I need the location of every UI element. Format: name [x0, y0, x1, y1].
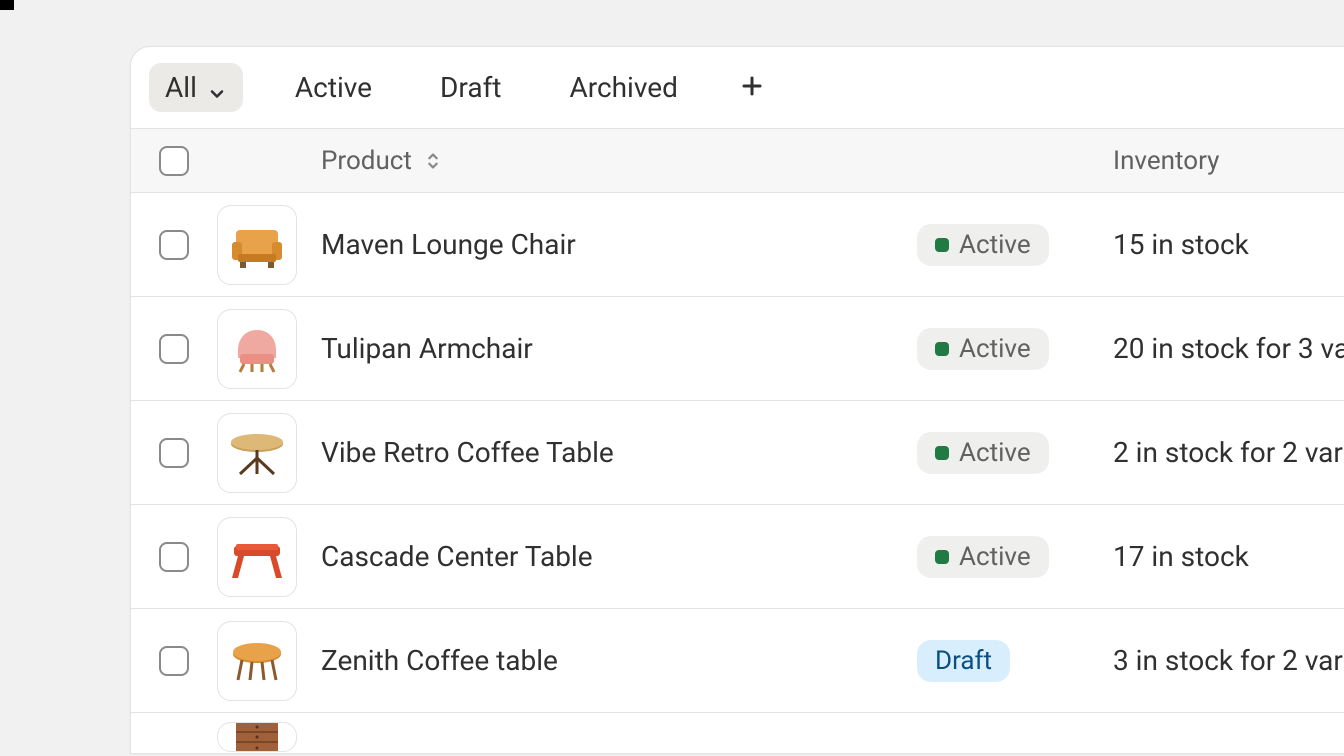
product-thumbnail: [217, 621, 297, 701]
row-checkbox[interactable]: [159, 230, 189, 260]
inventory-text: 2 in stock for 2 variants: [1113, 436, 1344, 469]
column-header-inventory[interactable]: Inventory: [1113, 146, 1344, 176]
status-label: Active: [959, 334, 1031, 364]
table-header: Product Inventory: [131, 129, 1344, 193]
tab-archived[interactable]: Archived: [553, 63, 693, 112]
table-body: Maven Lounge Chair Active 15 in stock Tulip…: [131, 193, 1344, 753]
product-name: Maven Lounge Chair: [321, 228, 576, 261]
products-panel: All Active Draft Archived Product: [130, 46, 1344, 754]
tab-archived-label: Archived: [569, 71, 677, 104]
select-all-checkbox[interactable]: [159, 146, 189, 176]
row-checkbox[interactable]: [159, 646, 189, 676]
inventory-text: 3 in stock for 2 variants: [1113, 644, 1344, 677]
chevron-down-icon: [207, 78, 227, 98]
tab-draft-label: Draft: [440, 71, 501, 104]
product-thumbnail: [217, 517, 297, 597]
sort-icon: [422, 150, 444, 172]
status-badge: Draft: [917, 640, 1010, 682]
inventory-text: 20 in stock for 3 variants: [1113, 332, 1344, 365]
inventory-column-label: Inventory: [1113, 146, 1219, 176]
status-label: Active: [959, 542, 1031, 572]
inventory-text: 17 in stock: [1113, 540, 1249, 573]
product-thumbnail: [217, 309, 297, 389]
row-checkbox[interactable]: [159, 438, 189, 468]
row-checkbox[interactable]: [159, 542, 189, 572]
product-thumbnail: [217, 722, 297, 752]
table-row[interactable]: Maven Lounge Chair Active 15 in stock: [131, 193, 1344, 297]
status-label: Active: [959, 438, 1031, 468]
product-thumbnail: [217, 413, 297, 493]
product-thumbnail: [217, 205, 297, 285]
status-label: Draft: [935, 646, 992, 676]
status-badge: Active: [917, 536, 1049, 578]
table-row[interactable]: Cascade Center Table Active 17 in stock: [131, 505, 1344, 609]
table-row[interactable]: Tulipan Armchair Active 20 in stock for 3 …: [131, 297, 1344, 401]
status-dot-icon: [935, 446, 949, 460]
product-name: Tulipan Armchair: [321, 332, 533, 365]
product-name: Zenith Coffee table: [321, 644, 558, 677]
status-badge: Active: [917, 328, 1049, 370]
status-badge: Active: [917, 432, 1049, 474]
status-badge: Active: [917, 224, 1049, 266]
row-checkbox[interactable]: [159, 334, 189, 364]
product-column-label: Product: [321, 146, 412, 176]
status-dot-icon: [935, 238, 949, 252]
status-label: Active: [959, 230, 1031, 260]
table-row[interactable]: [131, 713, 1344, 753]
tab-all[interactable]: All: [149, 63, 243, 112]
tab-draft[interactable]: Draft: [424, 63, 517, 112]
table-row[interactable]: Vibe Retro Coffee Table Active 2 in stock …: [131, 401, 1344, 505]
tab-all-label: All: [165, 71, 197, 104]
status-dot-icon: [935, 342, 949, 356]
plus-icon: [740, 74, 764, 102]
inventory-text: 15 in stock: [1113, 228, 1249, 261]
tab-active-label: Active: [295, 71, 372, 104]
column-header-product[interactable]: Product: [321, 146, 917, 176]
add-view-button[interactable]: [730, 66, 774, 110]
product-name: Cascade Center Table: [321, 540, 593, 573]
status-dot-icon: [935, 550, 949, 564]
filter-tabs: All Active Draft Archived: [131, 47, 1344, 129]
tab-active[interactable]: Active: [279, 63, 388, 112]
corner-decoration: [0, 0, 14, 10]
product-name: Vibe Retro Coffee Table: [321, 436, 614, 469]
table-row[interactable]: Zenith Coffee table Draft 3 in stock for 2…: [131, 609, 1344, 713]
